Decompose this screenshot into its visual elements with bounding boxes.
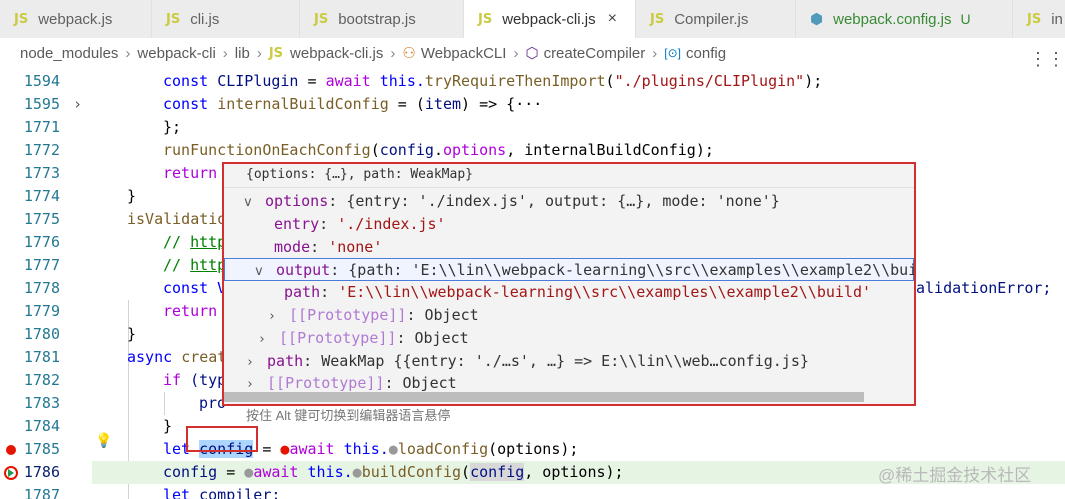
chevron-right-icon: ›	[652, 44, 658, 62]
tab-compiler-js[interactable]: JS Compiler.js	[636, 0, 796, 38]
hover-footer-hint: 按住 Alt 键可切换到编辑器语言悬停	[246, 408, 451, 423]
js-file-icon: JS	[478, 11, 493, 27]
method-icon: ⬡	[525, 45, 539, 62]
breadcrumb-variable[interactable]: config	[686, 45, 726, 62]
chevron-right-icon: ›	[222, 44, 228, 62]
code-line: 1787 let compiler;	[23, 486, 281, 499]
tree-row-output[interactable]: v output: {path: 'E:\\lin\\webpack-learn…	[224, 258, 914, 281]
breadcrumb-webpack-cli[interactable]: webpack-cli	[137, 45, 215, 62]
code-line: 1785 let config = ●await this.●loadConfig…	[0, 438, 1065, 461]
chevron-right-icon: ›	[390, 44, 396, 62]
code-line: 1784}	[23, 417, 173, 435]
tab-webpack-cli-js[interactable]: JS webpack-cli.js ×	[464, 0, 636, 38]
tab-label: webpack.js	[38, 10, 113, 28]
horizontal-scrollbar[interactable]	[224, 392, 864, 402]
tab-cli-js[interactable]: JS cli.js	[152, 0, 300, 38]
tree-row-weakmap-path[interactable]: › path: WeakMap {{entry: './…s', …} => E…	[224, 350, 914, 373]
tab-bootstrap-js[interactable]: JS bootstrap.js	[300, 0, 464, 38]
breadcrumb-node-modules[interactable]: node_modules	[20, 45, 118, 62]
tree-row-options[interactable]: v options: {entry: './index.js', output:…	[224, 190, 914, 213]
code-line: 1772 runFunctionOnEachConfig(config.optio…	[23, 141, 714, 159]
code-line: 1594 const CLIPlugin = await this.tryRequ…	[23, 72, 823, 90]
lightbulb-icon[interactable]: 💡	[95, 432, 112, 449]
breadcrumb-file[interactable]: webpack-cli.js	[290, 45, 383, 62]
breadcrumb-class[interactable]: WebpackCLI	[421, 45, 507, 62]
tree-row-prototype[interactable]: › [[Prototype]]: Object	[224, 304, 914, 327]
js-file-icon: JS	[314, 11, 329, 27]
webpack-config-icon: ⬢	[810, 10, 824, 28]
close-icon[interactable]: ×	[608, 10, 617, 28]
code-line: 1771};	[23, 118, 182, 136]
chevron-right-icon[interactable]: ›	[258, 328, 270, 351]
untracked-badge: U	[960, 11, 971, 27]
chevron-down-icon[interactable]: v	[244, 191, 256, 214]
js-file-icon: JS	[268, 45, 284, 61]
js-file-icon: JS	[166, 11, 181, 27]
chevron-right-icon[interactable]: ›	[268, 305, 280, 328]
tab-label: webpack-cli.js	[502, 10, 596, 28]
annotation-highlight-box	[186, 426, 258, 452]
tab-label: bootstrap.js	[338, 10, 416, 28]
tree-row-entry[interactable]: entry: './index.js'	[224, 213, 914, 236]
chevron-right-icon: ›	[125, 44, 131, 62]
chevron-right-icon[interactable]: ›	[73, 93, 82, 116]
variable-icon: [⊙]	[664, 46, 682, 60]
chevron-right-icon: ›	[256, 44, 262, 62]
tab-webpack-js[interactable]: JS webpack.js	[0, 0, 152, 38]
tab-webpack-config-js[interactable]: ⬢ webpack.config.js U	[796, 0, 1013, 38]
breadcrumb-method[interactable]: createCompiler	[544, 45, 646, 62]
chevron-right-icon: ›	[513, 44, 519, 62]
breadcrumb: node_modules › webpack-cli › lib › JS webpac…	[0, 38, 1065, 68]
tab-label: webpack.config.js	[833, 10, 952, 28]
tab-label: in	[1051, 10, 1063, 28]
js-file-icon: JS	[1027, 11, 1042, 27]
debug-hover-widget[interactable]: {options: {…}, path: WeakMap} v options:…	[222, 162, 916, 406]
editor-tab-bar: JS webpack.js JS cli.js JS bootstrap.js JS w…	[0, 0, 1065, 38]
tab-label: Compiler.js	[674, 10, 749, 28]
tab-partial[interactable]: JS in	[1013, 0, 1065, 38]
class-icon: ⚇	[402, 45, 416, 62]
code-line: 1595 › const internalBuildConfig = (item) …	[0, 93, 1065, 116]
tree-row-prototype[interactable]: › [[Prototype]]: Object	[224, 327, 914, 350]
js-file-icon: JS	[650, 11, 665, 27]
js-file-icon: JS	[14, 11, 29, 27]
watermark: @稀土掘金技术社区	[878, 466, 1032, 485]
chevron-right-icon[interactable]: ›	[246, 351, 258, 374]
tree-row-mode[interactable]: mode: 'none'	[224, 236, 914, 259]
tab-label: cli.js	[190, 10, 220, 28]
breadcrumb-lib[interactable]: lib	[235, 45, 250, 62]
tree-row-path[interactable]: path: 'E:\\lin\\webpack-learning\\src\\e…	[224, 281, 914, 304]
hover-header: {options: {…}, path: WeakMap}	[224, 164, 914, 188]
chevron-down-icon[interactable]: v	[255, 260, 267, 283]
